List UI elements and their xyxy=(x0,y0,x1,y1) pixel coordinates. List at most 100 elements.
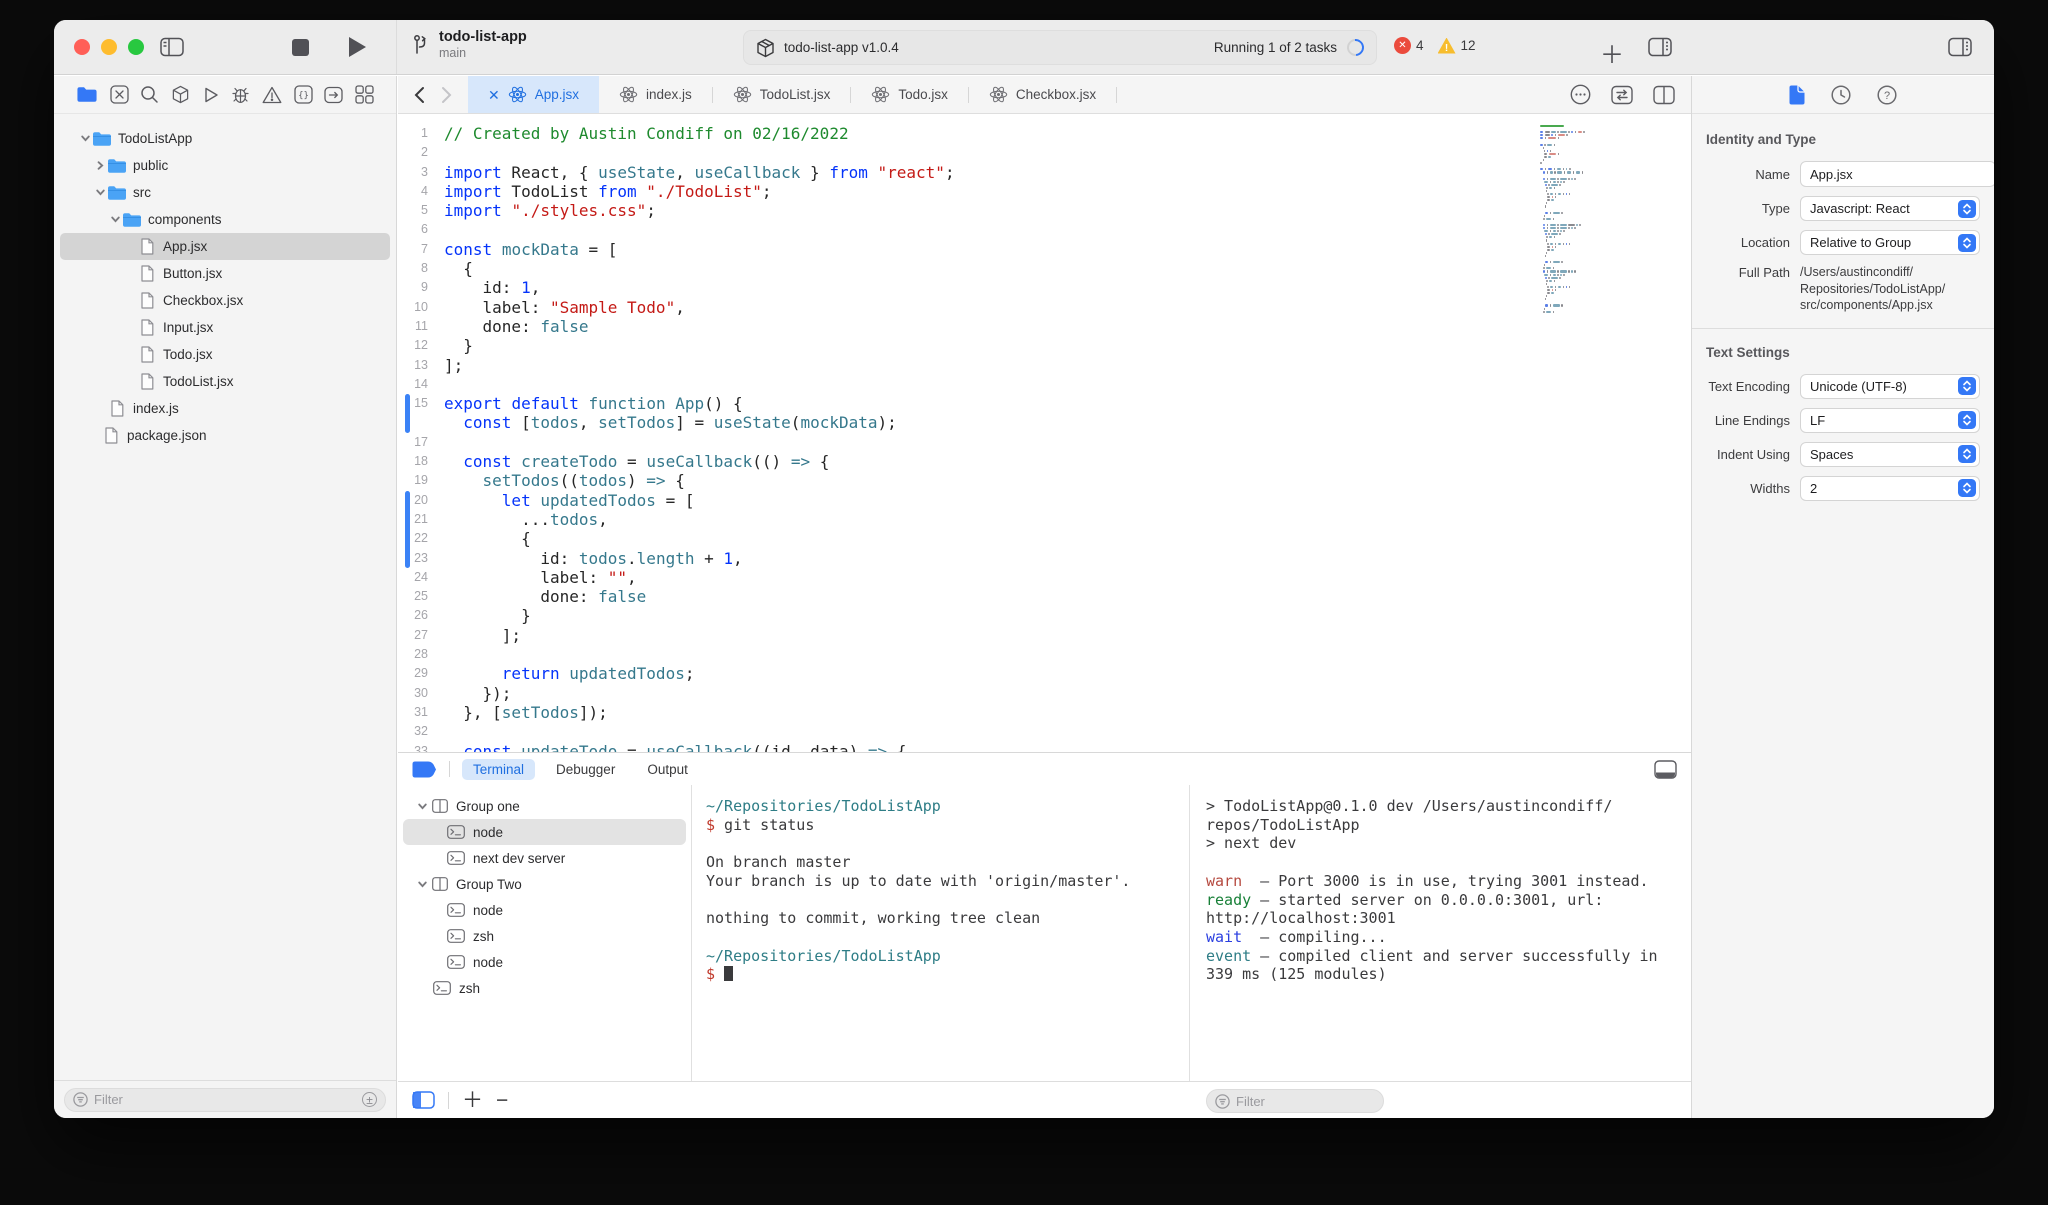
minimap[interactable] xyxy=(1540,125,1596,314)
close-tab-icon[interactable]: ✕ xyxy=(488,88,500,102)
file-tree-item-checkbox-jsx[interactable]: Checkbox.jsx xyxy=(60,287,390,314)
more-options-icon[interactable] xyxy=(1570,84,1591,105)
warning-badge[interactable]: ! 12 xyxy=(1437,37,1476,54)
file-inspector-icon[interactable] xyxy=(1789,85,1805,105)
debug-navigator-icon[interactable] xyxy=(231,85,250,104)
split-editor-icon[interactable] xyxy=(1653,85,1675,105)
code-line[interactable]: 27 ]; xyxy=(398,626,1691,645)
terminal-session-zsh[interactable]: zsh xyxy=(403,923,686,949)
panel-drawer-icon[interactable] xyxy=(412,761,437,778)
package-navigator-icon[interactable] xyxy=(171,85,190,104)
help-inspector-icon[interactable]: ? xyxy=(1877,84,1897,105)
terminal-group-group-two[interactable]: Group Two xyxy=(403,871,686,897)
editor-tab-checkbox-jsx[interactable]: Checkbox.jsx xyxy=(969,76,1116,113)
run-navigator-icon[interactable] xyxy=(202,86,220,104)
code-line[interactable]: 29 return updatedTodos; xyxy=(398,664,1691,683)
toggle-inspector-icon[interactable] xyxy=(1948,37,1972,57)
line-endings-select[interactable]: LF xyxy=(1800,407,1980,433)
breakpoints-navigator-icon[interactable] xyxy=(324,86,343,104)
panel-tab-debugger[interactable]: Debugger xyxy=(545,759,626,780)
location-select[interactable]: Relative to Group xyxy=(1800,230,1980,255)
code-line[interactable]: 19 setTodos((todos) => { xyxy=(398,471,1691,490)
add-terminal-button[interactable]: ＋ xyxy=(462,1090,483,1111)
editor-tab-app-jsx[interactable]: ✕ App.jsx xyxy=(468,76,600,113)
stop-task-button[interactable] xyxy=(292,39,309,56)
error-badge[interactable]: ✕ 4 xyxy=(1394,37,1424,54)
code-line[interactable]: 9 id: 1, xyxy=(398,278,1691,297)
code-line[interactable]: 7 const mockData = [ xyxy=(398,240,1691,259)
code-line[interactable]: 15 export default function App() { xyxy=(398,394,1691,414)
code-line[interactable]: 10 label: "Sample Todo", xyxy=(398,298,1691,317)
code-line[interactable]: 3 import React, { useState, useCallback }… xyxy=(398,163,1691,182)
code-line[interactable]: 28 xyxy=(398,645,1691,664)
history-inspector-icon[interactable] xyxy=(1831,84,1851,105)
zoom-window-button[interactable] xyxy=(128,39,144,55)
name-field[interactable] xyxy=(1800,161,1994,187)
reports-navigator-icon[interactable] xyxy=(355,85,374,104)
code-editor[interactable]: 1// Created by Austin Condiff on 02/16/2… xyxy=(398,115,1691,753)
filter-options-icon[interactable]: ± xyxy=(362,1092,377,1107)
terminal-session-node[interactable]: node xyxy=(403,897,686,923)
code-line[interactable]: 20 let updatedTodos = [ xyxy=(398,490,1691,510)
file-tree-item-app-jsx[interactable]: App.jsx xyxy=(60,233,390,260)
file-tree-item-components[interactable]: components xyxy=(60,206,390,233)
file-tree-item-todolist-jsx[interactable]: TodoList.jsx xyxy=(60,368,390,395)
code-line[interactable]: 11 done: false xyxy=(398,317,1691,336)
toggle-session-list-icon[interactable] xyxy=(412,1091,435,1109)
code-line[interactable]: 4 import TodoList from "./TodoList"; xyxy=(398,182,1691,201)
code-line[interactable]: 6 xyxy=(398,220,1691,239)
toggle-right-panel-icon[interactable] xyxy=(1648,37,1672,57)
navigator-filter-field[interactable]: Filter ± xyxy=(64,1087,386,1112)
file-tree-item-input-jsx[interactable]: Input.jsx xyxy=(60,314,390,341)
dock-bottom-icon[interactable] xyxy=(1654,759,1677,779)
terminal-session-node[interactable]: node xyxy=(403,949,686,975)
history-forward-icon[interactable] xyxy=(441,86,452,104)
code-line[interactable]: 2 xyxy=(398,143,1691,162)
run-task-button[interactable] xyxy=(349,37,366,57)
code-line[interactable]: 26 } xyxy=(398,606,1691,625)
terminal-session-node[interactable]: node xyxy=(403,819,686,845)
search-navigator-icon[interactable] xyxy=(140,85,159,104)
minimize-window-button[interactable] xyxy=(101,39,117,55)
code-line[interactable]: 30 }); xyxy=(398,684,1691,703)
terminal-group-group-one[interactable]: Group one xyxy=(403,793,686,819)
file-tree-item-src[interactable]: src xyxy=(60,179,390,206)
chevron-down-icon[interactable] xyxy=(417,879,432,890)
remove-terminal-button[interactable]: − xyxy=(496,1090,508,1111)
project-navigator-icon[interactable] xyxy=(76,86,98,103)
panel-tab-terminal[interactable]: Terminal xyxy=(462,758,536,780)
code-line[interactable]: 25 done: false xyxy=(398,587,1691,606)
type-select[interactable]: Javascript: React xyxy=(1800,196,1980,221)
code-line[interactable]: 32 xyxy=(398,722,1691,741)
file-tree-item-todolistapp[interactable]: TodoListApp xyxy=(60,125,390,152)
code-line[interactable]: 23 id: todos.length + 1, xyxy=(398,548,1691,568)
close-window-button[interactable] xyxy=(74,39,90,55)
file-tree-item-todo-jsx[interactable]: Todo.jsx xyxy=(60,341,390,368)
file-tree-item-button-jsx[interactable]: Button.jsx xyxy=(60,260,390,287)
toggle-left-sidebar-icon[interactable] xyxy=(160,37,184,57)
issues-navigator-icon[interactable] xyxy=(262,86,282,104)
file-tree-item-index-js[interactable]: index.js xyxy=(60,395,390,422)
code-line[interactable]: const [todos, setTodos] = useState(mockD… xyxy=(398,413,1691,433)
source-control-navigator-icon[interactable] xyxy=(110,85,129,104)
terminal-filter-field[interactable]: Filter xyxy=(1206,1089,1384,1113)
code-line[interactable]: 18 const createTodo = useCallback(() => … xyxy=(398,452,1691,471)
indent-select[interactable]: Spaces xyxy=(1800,441,1980,467)
code-line[interactable]: 21 ...todos, xyxy=(398,509,1691,530)
code-line[interactable]: 13]; xyxy=(398,356,1691,375)
code-line[interactable]: 8 { xyxy=(398,259,1691,278)
code-line[interactable]: 12 } xyxy=(398,336,1691,355)
chevron-right-icon[interactable] xyxy=(93,160,107,171)
chevron-down-icon[interactable] xyxy=(93,187,107,198)
new-tab-button[interactable]: ＋ xyxy=(1600,35,1624,70)
editor-tab-todo-jsx[interactable]: Todo.jsx xyxy=(851,76,968,113)
code-line[interactable]: 17 xyxy=(398,433,1691,452)
code-line[interactable]: 24 label: "", xyxy=(398,568,1691,587)
issue-badges[interactable]: ✕ 4 ! 12 xyxy=(1394,37,1476,54)
activity-status-bar[interactable]: todo-list-app v1.0.4 Running 1 of 2 task… xyxy=(743,30,1377,65)
symbols-navigator-icon[interactable]: {} xyxy=(293,85,313,104)
panel-tab-output[interactable]: Output xyxy=(636,759,699,780)
swap-editor-icon[interactable] xyxy=(1611,85,1633,105)
editor-tab-todolist-jsx[interactable]: TodoList.jsx xyxy=(713,76,851,113)
code-line[interactable]: 31 }, [setTodos]); xyxy=(398,703,1691,722)
